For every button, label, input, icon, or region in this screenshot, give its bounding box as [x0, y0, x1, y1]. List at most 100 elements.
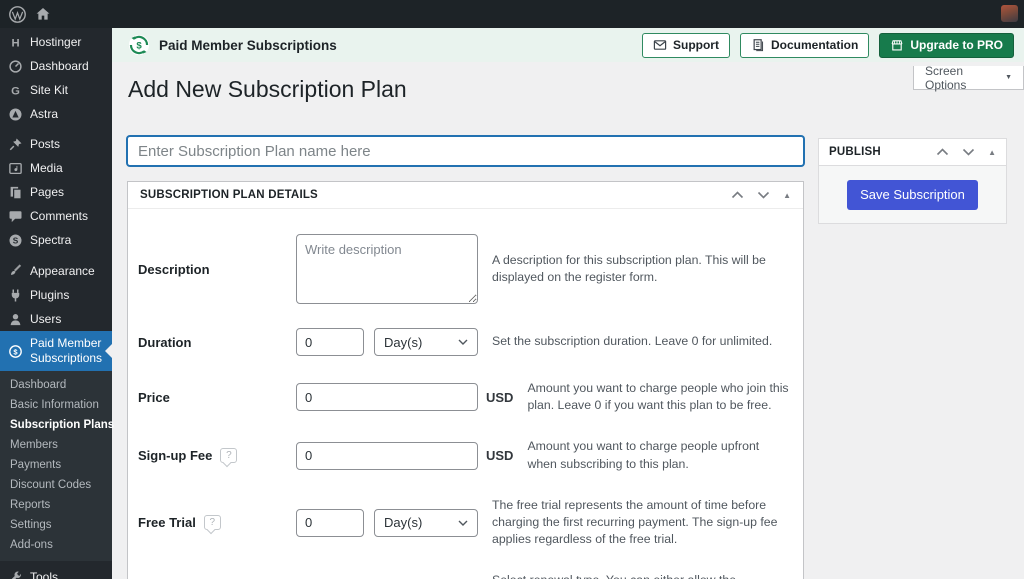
- svg-text:S: S: [13, 236, 19, 245]
- renewal-row: Renewal Settings default Select renewal …: [138, 572, 793, 579]
- duration-label: Duration: [138, 335, 296, 350]
- free-trial-label: Free Trial ?: [138, 515, 296, 530]
- submenu-item-reports[interactable]: Reports: [0, 495, 112, 515]
- envelope-icon: [653, 38, 667, 52]
- upgrade-to-pro-button[interactable]: Upgrade to PRO: [879, 33, 1014, 58]
- free-trial-input[interactable]: [296, 509, 364, 537]
- sidebar-item-comments[interactable]: Comments: [0, 204, 112, 228]
- publish-panel: PUBLISH ▲ Save Subscription: [818, 138, 1007, 224]
- save-subscription-button[interactable]: Save Subscription: [847, 180, 978, 210]
- sidebar-item-users[interactable]: Users: [0, 307, 112, 331]
- price-input[interactable]: [296, 383, 478, 411]
- pushpin-icon: [8, 137, 23, 152]
- details-panel-title: SUBSCRIPTION PLAN DETAILS: [140, 189, 318, 201]
- sidebar-item-label: Posts: [30, 137, 60, 151]
- duration-help-text: Set the subscription duration. Leave 0 f…: [492, 333, 793, 350]
- move-down-icon[interactable]: [962, 148, 975, 156]
- sidebar-item-label: Users: [30, 312, 61, 326]
- paintbrush-icon: [8, 264, 23, 279]
- wordpress-admin-page: H Hostinger Dashboard G Site Kit Astra: [0, 0, 1024, 579]
- dashboard-gauge-icon: [8, 59, 23, 74]
- duration-unit-select[interactable]: Day(s): [374, 328, 478, 356]
- sidebar-item-label: Tools: [30, 570, 58, 579]
- screen-options-tab[interactable]: Screen Options ▼: [913, 66, 1024, 90]
- svg-text:$: $: [13, 347, 18, 356]
- submenu-item-dashboard[interactable]: Dashboard: [0, 375, 112, 395]
- sidebar-item-pages[interactable]: Pages: [0, 180, 112, 204]
- publish-panel-title: PUBLISH: [829, 146, 881, 158]
- support-button[interactable]: Support: [642, 33, 730, 58]
- sidebar-item-label: Hostinger: [30, 35, 81, 49]
- submenu-item-members[interactable]: Members: [0, 435, 112, 455]
- collapse-toggle-icon[interactable]: ▲: [988, 148, 996, 157]
- pms-logo-icon: $: [128, 34, 150, 56]
- plan-name-input[interactable]: [127, 136, 804, 166]
- sidebar-item-tools[interactable]: Tools: [0, 565, 112, 579]
- home-icon[interactable]: [30, 0, 56, 28]
- sidebar-item-site-kit[interactable]: G Site Kit: [0, 78, 112, 102]
- pms-logo-icon: $: [8, 344, 23, 359]
- documentation-button[interactable]: Documentation: [740, 33, 869, 58]
- move-up-icon[interactable]: [936, 148, 949, 156]
- sidebar-item-spectra[interactable]: S Spectra: [0, 228, 112, 252]
- hostinger-icon: H: [8, 35, 23, 50]
- free-trial-row: Free Trial ? Day(s) The free trial repre…: [138, 497, 793, 549]
- active-menu-arrow: [105, 344, 112, 358]
- subscription-plan-details-panel: SUBSCRIPTION PLAN DETAILS ▲ Description …: [127, 181, 804, 579]
- sidebar-item-label: Pages: [30, 185, 64, 199]
- price-row: Price USD Amount you want to charge peop…: [138, 380, 793, 414]
- help-tooltip-icon[interactable]: ?: [204, 515, 221, 530]
- wordpress-logo-icon[interactable]: [4, 0, 30, 28]
- sidebar-item-label: Plugins: [30, 288, 69, 302]
- signup-fee-row: Sign-up Fee ? USD Amount you want to cha…: [138, 438, 793, 472]
- sidebar-item-dashboard[interactable]: Dashboard: [0, 54, 112, 78]
- sidebar-item-appearance[interactable]: Appearance: [0, 259, 112, 283]
- publish-panel-header: PUBLISH ▲: [819, 139, 1006, 166]
- submenu-item-discount-codes[interactable]: Discount Codes: [0, 475, 112, 495]
- submenu-item-add-ons[interactable]: Add-ons: [0, 535, 112, 555]
- person-icon: [8, 312, 23, 327]
- sidebar-item-plugins[interactable]: Plugins: [0, 283, 112, 307]
- sidebar-item-label: Site Kit: [30, 83, 68, 97]
- sidebar-item-hostinger[interactable]: H Hostinger: [0, 30, 112, 54]
- sidebar-item-posts[interactable]: Posts: [0, 132, 112, 156]
- sidebar-item-label: Spectra: [30, 233, 71, 247]
- sidebar-item-astra[interactable]: Astra: [0, 102, 112, 126]
- description-label: Description: [138, 262, 296, 277]
- pms-submenu: Dashboard Basic Information Subscription…: [0, 371, 112, 561]
- free-trial-unit-select[interactable]: Day(s): [374, 509, 478, 537]
- plug-icon: [8, 288, 23, 303]
- sidebar-item-media[interactable]: Media: [0, 156, 112, 180]
- signup-fee-input[interactable]: [296, 442, 478, 470]
- submenu-item-basic-information[interactable]: Basic Information: [0, 395, 112, 415]
- duration-input[interactable]: [296, 328, 364, 356]
- help-tooltip-icon[interactable]: ?: [220, 448, 237, 463]
- duration-row: Duration Day(s) Set the subscription dur…: [138, 328, 793, 356]
- details-panel-header: SUBSCRIPTION PLAN DETAILS ▲: [128, 182, 803, 209]
- description-help-text: A description for this subscription plan…: [492, 252, 793, 286]
- price-help-text: Amount you want to charge people who joi…: [527, 380, 793, 414]
- caret-down-icon: ▼: [1005, 74, 1012, 81]
- sidebar-item-label: Appearance: [30, 264, 95, 278]
- signup-fee-help-text: Amount you want to charge people upfront…: [527, 438, 793, 472]
- move-up-icon[interactable]: [731, 191, 744, 199]
- description-textarea[interactable]: [296, 234, 478, 304]
- svg-text:H: H: [11, 37, 19, 49]
- user-avatar[interactable]: [1001, 5, 1018, 22]
- submenu-item-settings[interactable]: Settings: [0, 515, 112, 535]
- collapse-toggle-icon[interactable]: ▲: [783, 191, 791, 200]
- admin-sidebar: H Hostinger Dashboard G Site Kit Astra: [0, 28, 112, 579]
- sidebar-item-paid-member-subscriptions[interactable]: $ Paid Member Subscriptions: [0, 331, 112, 371]
- submenu-item-payments[interactable]: Payments: [0, 455, 112, 475]
- chevron-down-icon: [458, 520, 468, 526]
- submenu-item-subscription-plans[interactable]: Subscription Plans: [0, 415, 112, 435]
- site-kit-icon: G: [8, 83, 23, 98]
- price-currency-label: USD: [486, 390, 513, 405]
- document-icon: [751, 38, 765, 52]
- storefront-icon: [890, 38, 904, 52]
- pages-icon: [8, 185, 23, 200]
- svg-text:$: $: [136, 41, 142, 52]
- price-label: Price: [138, 390, 296, 405]
- move-down-icon[interactable]: [757, 191, 770, 199]
- admin-bar: [0, 0, 1024, 28]
